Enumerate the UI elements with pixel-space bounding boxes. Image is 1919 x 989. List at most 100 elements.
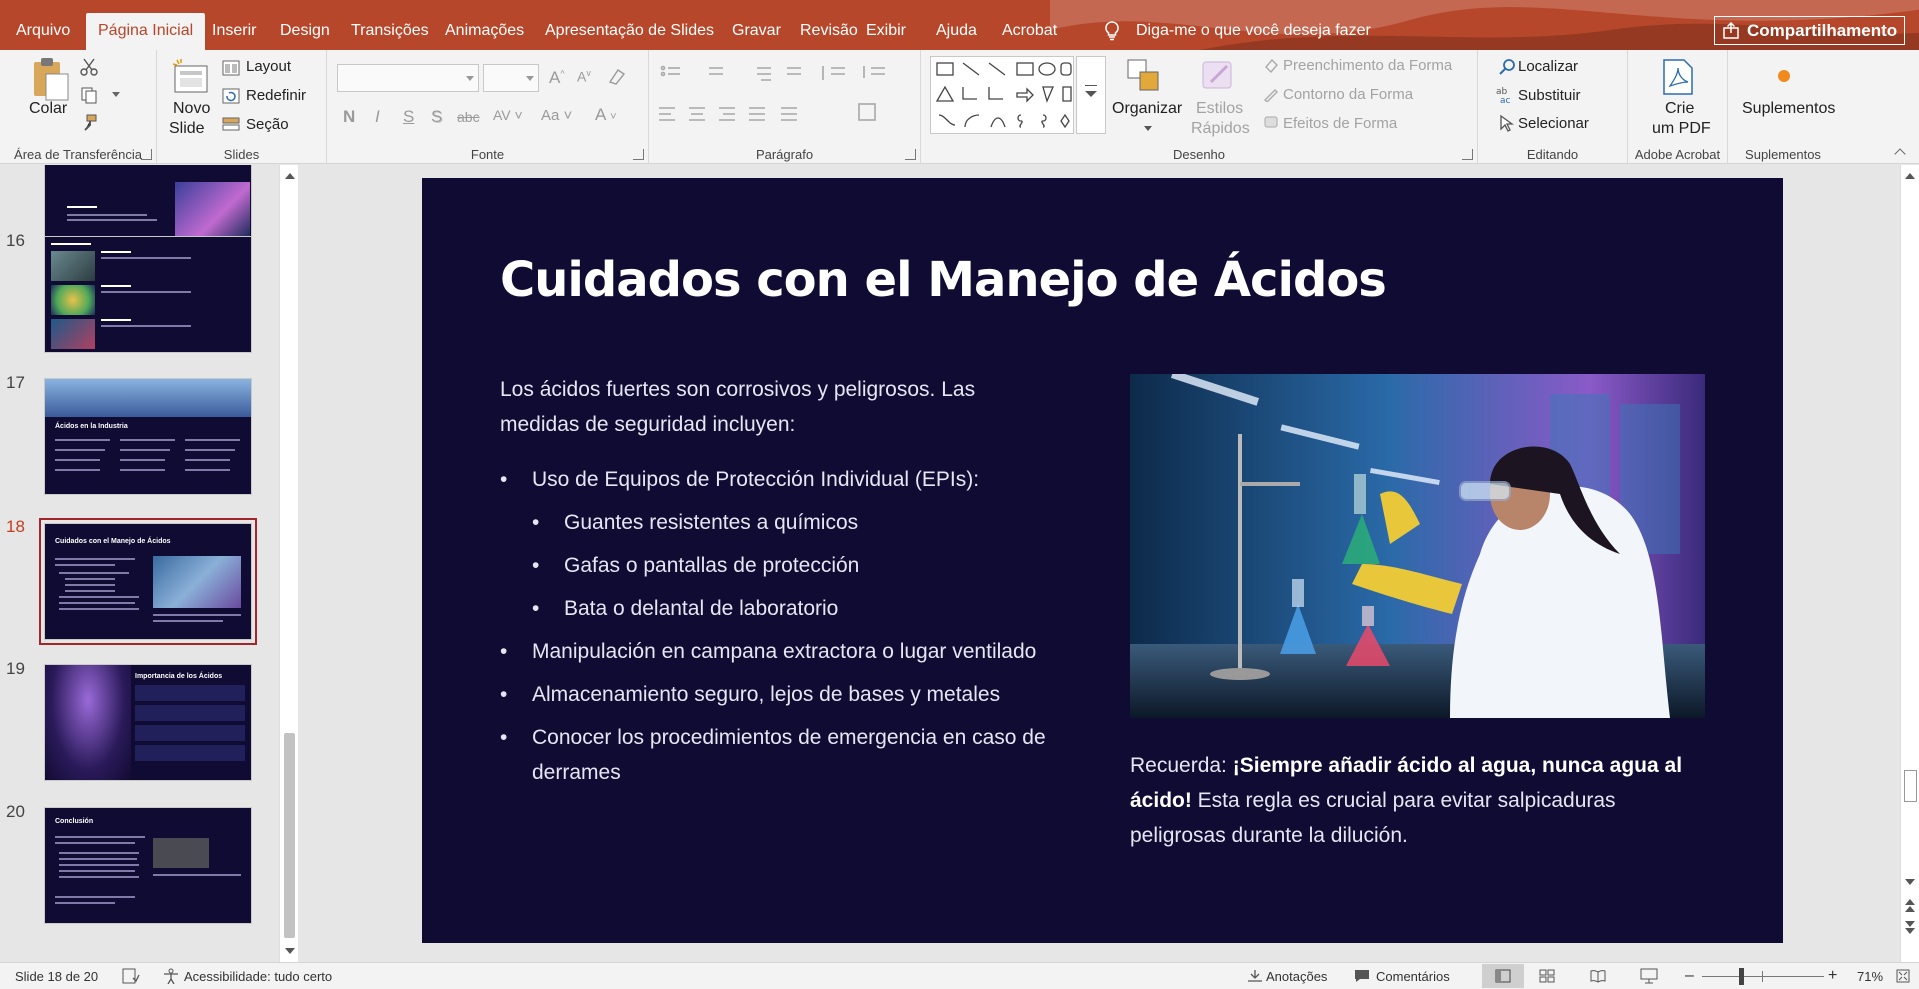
drawing-launcher-icon[interactable]	[1462, 149, 1473, 160]
copy-dropdown-icon[interactable]	[112, 92, 120, 97]
tab-ajuda[interactable]: Ajuda	[924, 11, 989, 50]
slide-canvas[interactable]: Cuidados con el Manejo de Ácidos Los áci…	[422, 178, 1783, 943]
spacing-icon[interactable]: AV ˅	[493, 107, 523, 123]
select-button[interactable]: Selecionar	[1518, 115, 1589, 132]
slide-scroll-up-icon[interactable]	[1905, 173, 1915, 179]
layout-icon[interactable]	[222, 60, 240, 76]
paste-icon[interactable]	[30, 56, 70, 102]
quick-styles-label-2[interactable]: Rápidos	[1191, 120, 1250, 138]
slide-scroll-down-icon[interactable]	[1905, 879, 1915, 885]
quick-styles-label-1[interactable]: Estilos	[1196, 100, 1243, 118]
zoom-level[interactable]: 71%	[1857, 969, 1883, 984]
shadow-icon[interactable]: S	[431, 107, 442, 127]
shape-effects-icon[interactable]	[1263, 114, 1279, 130]
notes-icon[interactable]	[1247, 969, 1263, 983]
tab-exibir[interactable]: Exibir	[854, 11, 918, 50]
slideshow-icon[interactable]	[1640, 968, 1658, 984]
accessibility-status[interactable]: Acessibilidade: tudo certo	[184, 969, 332, 984]
italic-icon[interactable]: I	[375, 107, 380, 127]
tab-arquivo[interactable]: Arquivo	[4, 11, 82, 50]
paste-button[interactable]: Colar	[29, 100, 67, 118]
share-button[interactable]: Compartilhamento	[1714, 16, 1905, 45]
zoom-in-icon[interactable]: +	[1828, 967, 1837, 985]
increase-font-icon[interactable]: A^	[549, 68, 565, 88]
fit-to-window-icon[interactable]	[1896, 969, 1910, 983]
tab-acrobat[interactable]: Acrobat	[990, 11, 1069, 50]
shape-outline-button[interactable]: Contorno da Forma	[1283, 86, 1413, 103]
slide-sorter-icon[interactable]	[1539, 969, 1555, 983]
create-pdf-label-1[interactable]: Crie	[1665, 100, 1694, 118]
replace-button[interactable]: Substituir	[1518, 87, 1581, 104]
font-launcher-icon[interactable]	[633, 149, 644, 160]
shape-fill-icon[interactable]	[1263, 58, 1279, 74]
shapes-icons[interactable]	[931, 57, 1073, 133]
scroll-down-icon[interactable]	[285, 948, 295, 954]
section-button[interactable]: Seção	[246, 116, 289, 133]
copy-icon[interactable]	[80, 86, 98, 104]
new-slide-icon[interactable]	[171, 58, 211, 98]
find-icon[interactable]	[1498, 58, 1516, 76]
previous-slide-icon[interactable]	[1905, 899, 1915, 905]
slide-scrollbar[interactable]	[1900, 165, 1919, 962]
spellcheck-icon[interactable]	[122, 968, 140, 984]
slide-thumbnail-17[interactable]: Ácidos en la Industria	[44, 378, 252, 495]
font-size-box[interactable]	[483, 64, 539, 92]
tab-transicoes[interactable]: Transições	[339, 11, 441, 50]
format-painter-icon[interactable]	[80, 114, 98, 132]
decrease-font-icon[interactable]: Av	[577, 68, 591, 85]
slide-scroll-thumb[interactable]	[1904, 770, 1917, 802]
new-slide-label-2[interactable]: Slide	[169, 120, 205, 138]
replace-icon[interactable]: abac	[1496, 86, 1516, 104]
arrange-dropdown-icon[interactable]	[1144, 126, 1152, 131]
arrange-icon[interactable]	[1126, 58, 1162, 94]
normal-view-button[interactable]	[1482, 964, 1524, 988]
collapse-ribbon-icon[interactable]	[1894, 148, 1906, 160]
slide-thumbnail-19[interactable]: Importancia de los Ácidos	[44, 664, 252, 781]
comments-icon[interactable]	[1354, 969, 1370, 983]
slide-caption[interactable]: Recuerda: ¡Siempre añadir ácido al agua,…	[1130, 748, 1710, 853]
paragraph-tools-icon[interactable]	[659, 64, 909, 134]
thumbnail-scroll-thumb[interactable]	[284, 733, 295, 938]
font-color-icon[interactable]: A ˅	[595, 105, 617, 125]
slide-thumbnail-15[interactable]	[44, 165, 252, 238]
previous-slide-icon-2[interactable]	[1905, 906, 1915, 912]
select-icon[interactable]	[1498, 114, 1514, 132]
zoom-slider[interactable]	[1702, 976, 1824, 977]
shape-effects-button[interactable]: Efeitos de Forma	[1283, 115, 1397, 132]
underline-icon[interactable]: S	[403, 107, 414, 127]
cut-icon[interactable]	[80, 58, 98, 76]
comments-button[interactable]: Comentários	[1376, 969, 1450, 984]
lab-scientist-photo[interactable]	[1130, 374, 1705, 718]
tab-inserir[interactable]: Inserir	[200, 11, 268, 50]
reset-icon[interactable]	[222, 88, 240, 104]
reading-view-icon[interactable]	[1590, 969, 1606, 983]
addins-icon[interactable]	[1778, 70, 1790, 82]
next-slide-icon-2[interactable]	[1905, 928, 1915, 934]
slide-bullet-list[interactable]: • Uso de Equipos de Protección Individual…	[500, 462, 1080, 798]
clear-format-icon[interactable]	[607, 68, 627, 86]
paragraph-launcher-icon[interactable]	[905, 149, 916, 160]
layout-button[interactable]: Layout	[246, 58, 291, 75]
slide-intro-text[interactable]: Los ácidos fuertes son corrosivos y peli…	[500, 372, 1040, 442]
tell-me-search[interactable]: Diga-me o que você deseja fazer	[1102, 11, 1371, 50]
bold-icon[interactable]: N	[343, 107, 355, 127]
slide-thumbnail-18[interactable]: Cuidados con el Manejo de Ácidos	[39, 518, 257, 645]
zoom-out-icon[interactable]: –	[1685, 967, 1694, 985]
create-pdf-label-2[interactable]: um PDF	[1652, 120, 1711, 138]
slide-thumbnail-16[interactable]	[44, 236, 252, 353]
notes-button[interactable]: Anotações	[1266, 969, 1327, 984]
slide-thumbnail-20[interactable]: Conclusión	[44, 807, 252, 924]
tab-design[interactable]: Design	[268, 11, 342, 50]
thumbnail-scrollbar[interactable]	[279, 165, 298, 962]
new-slide-label-1[interactable]: Novo	[173, 100, 210, 118]
addins-button[interactable]: Suplementos	[1742, 100, 1835, 118]
font-name-box[interactable]	[337, 64, 479, 92]
shape-outline-icon[interactable]	[1263, 86, 1279, 102]
quick-styles-icon[interactable]	[1201, 58, 1237, 94]
zoom-slider-thumb[interactable]	[1739, 968, 1744, 985]
scroll-up-icon[interactable]	[285, 173, 295, 179]
shapes-gallery[interactable]	[930, 56, 1074, 134]
section-icon[interactable]	[222, 116, 240, 132]
tab-pagina-inicial[interactable]: Página Inicial	[86, 13, 206, 50]
next-slide-icon[interactable]	[1905, 921, 1915, 927]
